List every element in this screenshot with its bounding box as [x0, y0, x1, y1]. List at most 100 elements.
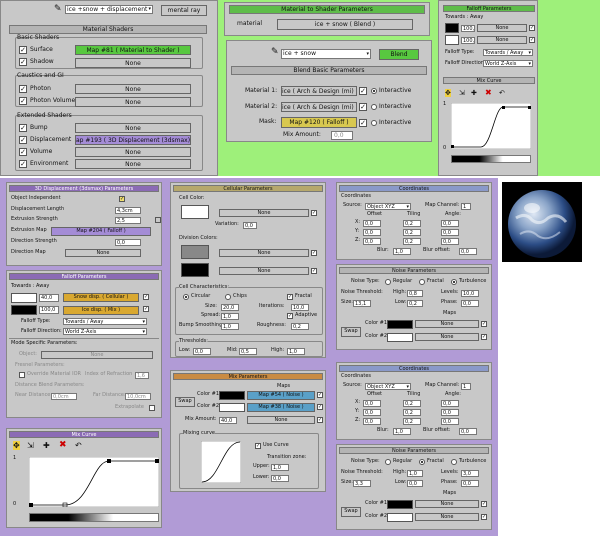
angle-x-field[interactable]: 0,0	[441, 400, 459, 407]
map-channel-field[interactable]: 1	[461, 203, 471, 210]
falloff-top-curve[interactable]	[451, 103, 531, 149]
material-to-shader-header[interactable]: Material to Shader Parameters	[229, 5, 425, 14]
falloff-direction-dropdown[interactable]: World Z-Axis	[63, 328, 147, 335]
color1-map-button[interactable]: Map #54 ( Noise )	[247, 391, 315, 400]
surface-checkbox[interactable]: ✓	[19, 46, 27, 54]
falloff-type-dropdown[interactable]: Towards / Away	[63, 318, 147, 325]
object-button[interactable]: None	[41, 351, 153, 359]
add-point-icon[interactable]: ✚	[43, 441, 50, 450]
material-button[interactable]: ice + snow ( Blend )	[277, 19, 413, 30]
delete-point-icon[interactable]: ✖	[59, 440, 67, 450]
fractal-radio[interactable]	[419, 459, 425, 465]
color1-swatch[interactable]	[219, 391, 245, 400]
division-color1-map-button[interactable]: None	[219, 249, 309, 257]
color1-swatch[interactable]	[387, 500, 413, 509]
tiling-z-field[interactable]: 0,2	[403, 238, 421, 245]
move-icon[interactable]: ✥	[445, 89, 451, 97]
division-color2-checkbox[interactable]: ✓	[311, 268, 317, 274]
color1-checkbox[interactable]: ✓	[317, 392, 323, 398]
bump-map-button[interactable]: None	[75, 123, 191, 133]
blend-name-dropdown[interactable]: ice + snow	[281, 49, 371, 59]
reset-icon[interactable]: ↶	[499, 89, 505, 97]
near-distance-field[interactable]: 0,0cm	[51, 393, 77, 400]
map-channel-field[interactable]: 1	[461, 383, 471, 390]
cell-color-swatch[interactable]	[181, 205, 209, 219]
eyedropper-icon[interactable]: ✎	[54, 4, 62, 14]
mask-button[interactable]: Map #120 ( Falloff )	[281, 117, 357, 128]
mask-interactive-radio[interactable]	[371, 120, 377, 126]
color2-swatch[interactable]	[387, 513, 413, 522]
tiling-y-field[interactable]: 0,2	[403, 409, 421, 416]
extrapolate-checkbox[interactable]	[149, 405, 155, 411]
mix-amount-field[interactable]: 0,0	[331, 131, 353, 140]
color2-checkbox[interactable]: ✓	[481, 334, 487, 340]
cell-color-checkbox[interactable]: ✓	[311, 210, 317, 216]
tiling-y-field[interactable]: 0,2	[403, 229, 421, 236]
mix-amount-field[interactable]: 40,0	[219, 417, 237, 424]
phase-field[interactable]: 0,0	[461, 480, 479, 487]
offset-y-field[interactable]: 0,0	[363, 409, 381, 416]
color2-swatch[interactable]	[387, 333, 413, 342]
direction-map-button[interactable]: None	[65, 249, 141, 257]
color2-map-button[interactable]: None	[415, 513, 479, 521]
swap-button[interactable]: Swap	[341, 507, 361, 517]
cell-color-map-button[interactable]: None	[219, 209, 309, 217]
displacement-3d-header[interactable]: 3D Displacement (3dsmax) Parameters	[9, 185, 159, 192]
ice-disp-checkbox[interactable]: ✓	[143, 306, 149, 312]
snow-disp-map-button[interactable]: Snow disp. ( Cellular )	[63, 293, 139, 302]
color-swatch-white[interactable]	[445, 35, 459, 45]
variation-field[interactable]: 0,0	[243, 222, 257, 229]
high-field[interactable]: 1,0	[287, 348, 305, 355]
percent-field-2[interactable]: 100,0	[461, 37, 475, 44]
percent-field-2[interactable]: 100,0	[39, 306, 59, 314]
lower-field[interactable]: 0,0	[271, 475, 289, 482]
color2-swatch[interactable]	[219, 403, 245, 412]
color-swatch-black[interactable]	[11, 305, 37, 315]
color-swatch-black[interactable]	[445, 23, 459, 33]
extrusion-strength-spinner[interactable]	[155, 217, 161, 223]
blur-field[interactable]: 1,0	[393, 428, 411, 435]
shadow-map-button[interactable]: None	[75, 58, 191, 68]
material1-button[interactable]: ice ( Arch & Design (mi) )	[281, 86, 357, 96]
fractal-radio[interactable]	[419, 279, 425, 285]
offset-z-field[interactable]: 0,0	[363, 238, 381, 245]
blur-offset-field[interactable]: 0,0	[459, 248, 477, 255]
angle-y-field[interactable]: 0,0	[441, 229, 459, 236]
delete-point-icon[interactable]: ✖	[485, 88, 492, 97]
size-field[interactable]: 13,1	[353, 300, 371, 307]
division-color2-map-button[interactable]: None	[219, 267, 309, 275]
angle-x-field[interactable]: 0,0	[441, 220, 459, 227]
eyedropper-icon[interactable]: ✎	[271, 47, 279, 57]
photon-map-button[interactable]: None	[75, 84, 191, 94]
color1-map-button[interactable]: None	[415, 320, 479, 328]
blur-offset-field[interactable]: 0,0	[459, 428, 477, 435]
falloff-bottom-curve[interactable]	[29, 457, 159, 507]
phase-field[interactable]: 0,0	[461, 300, 479, 307]
offset-z-field[interactable]: 0,0	[363, 418, 381, 425]
turbulence-radio[interactable]	[451, 279, 457, 285]
blend-basic-header[interactable]: Blend Basic Parameters	[231, 66, 427, 75]
levels-field[interactable]: 10,0	[461, 290, 479, 297]
mix-amount-map-button[interactable]: None	[247, 416, 315, 424]
high-field[interactable]: 0,8	[407, 290, 423, 297]
angle-z-field[interactable]: 0,0	[441, 418, 459, 425]
material2-interactive-radio[interactable]	[371, 104, 377, 110]
fractal-checkbox[interactable]: ✓	[287, 294, 293, 300]
chips-radio[interactable]	[225, 294, 231, 300]
tiling-z-field[interactable]: 0,2	[403, 418, 421, 425]
ior-field[interactable]: 1,6	[135, 372, 149, 379]
mix-curve-bottom-header[interactable]: Mix Curve	[9, 431, 159, 438]
material1-interactive-radio[interactable]	[371, 88, 377, 94]
low-field[interactable]: 0,2	[407, 300, 423, 307]
mask-checkbox[interactable]: ✓	[359, 119, 367, 127]
color2-map-button[interactable]: None	[415, 333, 479, 341]
angle-z-field[interactable]: 0,0	[441, 238, 459, 245]
falloff-map2-button[interactable]: None	[477, 36, 527, 44]
mix-parameters-header[interactable]: Mix Parameters	[173, 373, 323, 380]
levels-field[interactable]: 3,0	[461, 470, 479, 477]
photon-volume-checkbox[interactable]: ✓	[19, 97, 27, 105]
noise-header-1[interactable]: Noise Parameters	[339, 267, 489, 274]
ice-disp-map-button[interactable]: Ice disp. ( Mix )	[63, 306, 139, 315]
add-point-icon[interactable]: ✚	[471, 89, 477, 97]
snow-disp-checkbox[interactable]: ✓	[143, 294, 149, 300]
